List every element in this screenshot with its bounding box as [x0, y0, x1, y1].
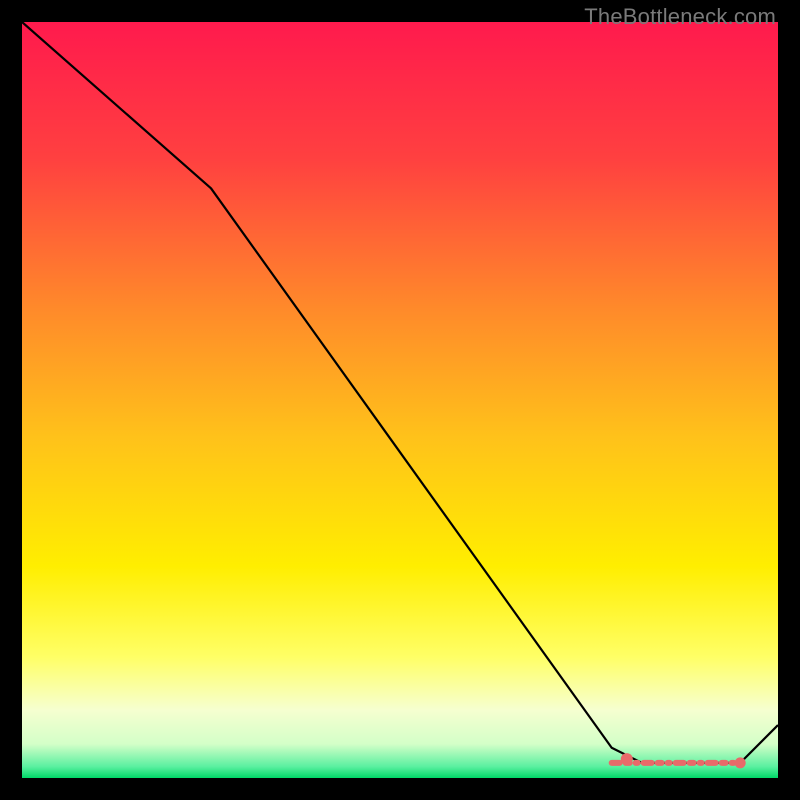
- plot-area: [22, 22, 778, 778]
- watermark-text: TheBottleneck.com: [584, 4, 776, 30]
- marker-point: [735, 757, 746, 768]
- chart-root: TheBottleneck.com: [0, 0, 800, 800]
- marker-point: [621, 753, 633, 765]
- chart-line: [22, 22, 778, 763]
- chart-line-layer: [22, 22, 778, 778]
